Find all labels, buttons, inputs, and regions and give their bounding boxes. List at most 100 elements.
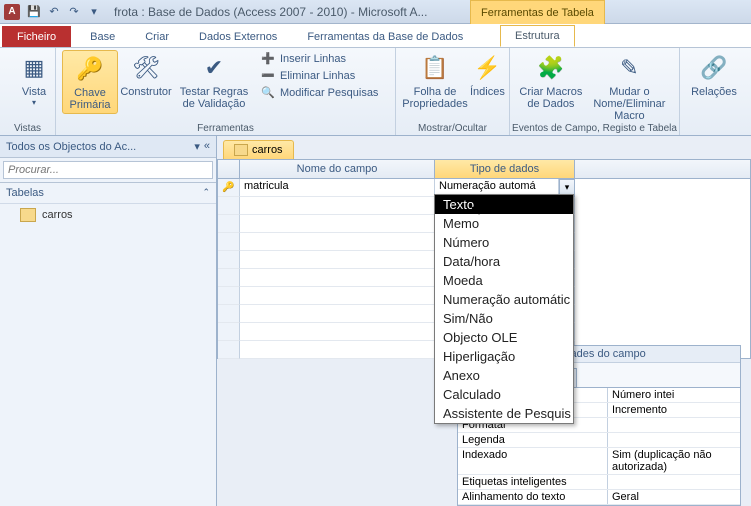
data-type-option[interactable]: Sim/Não — [435, 309, 573, 328]
qat-redo-icon[interactable]: ↷ — [65, 3, 83, 21]
primary-key-label: Chave Primária — [65, 87, 115, 111]
tab-home[interactable]: Base — [75, 26, 130, 47]
field-property-value[interactable] — [608, 433, 740, 447]
col-field-name[interactable]: Nome do campo — [240, 160, 435, 178]
indexes-button[interactable]: ⚡ Índices — [468, 50, 507, 112]
document-area: carros Nome do campo Tipo de dados 🔑 mat… — [217, 136, 751, 506]
nav-item-label: carros — [42, 209, 73, 221]
rename-delete-macro-button[interactable]: ✎ Mudar o Nome/Eliminar Macro — [586, 50, 673, 124]
tab-create[interactable]: Criar — [130, 26, 184, 47]
data-type-option[interactable]: Hiperligação — [435, 347, 573, 366]
data-type-dropdown[interactable]: TextoMemoNúmeroData/horaMoedaNumeração a… — [434, 194, 574, 424]
field-property-name: Alinhamento do texto — [458, 490, 608, 504]
field-property-value[interactable]: Sim (duplicação não autorizada) — [608, 448, 740, 474]
search-input[interactable] — [3, 161, 213, 179]
field-property-value[interactable] — [608, 475, 740, 489]
nav-header[interactable]: Todos os Objectos do Ac... ▾ « — [0, 136, 216, 158]
col-data-type[interactable]: Tipo de dados — [435, 160, 575, 178]
qat-save-icon[interactable]: 💾 — [25, 3, 43, 21]
row-selector[interactable]: 🔑 — [218, 179, 240, 197]
property-sheet-label: Folha de Propriedades — [402, 86, 467, 110]
data-type-option[interactable]: Anexo — [435, 366, 573, 385]
insert-rows-label: Inserir Linhas — [280, 53, 346, 65]
property-sheet-button[interactable]: 📋 Folha de Propriedades — [402, 50, 468, 112]
field-name-cell[interactable] — [240, 251, 435, 269]
data-type-option[interactable]: Assistente de Pesquis — [435, 404, 573, 423]
row-selector[interactable] — [218, 269, 240, 287]
test-icon: ✔ — [198, 52, 230, 84]
field-name-cell[interactable] — [240, 197, 435, 215]
document-tab-carros[interactable]: carros — [223, 140, 294, 159]
data-type-option[interactable]: Data/hora — [435, 252, 573, 271]
tab-external-data[interactable]: Dados Externos — [184, 26, 292, 47]
data-type-option[interactable]: Moeda — [435, 271, 573, 290]
field-property-value[interactable]: Incremento — [608, 403, 740, 417]
nav-item-carros[interactable]: carros — [0, 204, 216, 226]
row-selector[interactable] — [218, 287, 240, 305]
insert-rows-button[interactable]: ➕ Inserir Linhas — [258, 51, 380, 66]
data-type-option[interactable]: Numeração automátic — [435, 290, 573, 309]
field-name-cell[interactable] — [240, 341, 435, 359]
collapse-icon[interactable]: ⌃ — [202, 187, 210, 199]
shutter-close-icon[interactable]: « — [204, 140, 210, 153]
main-area: Todos os Objectos do Ac... ▾ « Tabelas ⌃… — [0, 136, 751, 506]
data-type-option[interactable]: Número — [435, 233, 573, 252]
row-selector[interactable] — [218, 215, 240, 233]
indexes-label: Índices — [470, 86, 505, 98]
field-property-value[interactable] — [608, 418, 740, 432]
field-property-row[interactable]: Etiquetas inteligentes — [458, 475, 740, 490]
field-property-value[interactable]: Número intei — [608, 388, 740, 402]
data-type-option[interactable]: Memo — [435, 214, 573, 233]
row-selector[interactable] — [218, 323, 240, 341]
field-property-row[interactable]: Alinhamento do textoGeral — [458, 490, 740, 505]
field-name-cell[interactable] — [240, 269, 435, 287]
field-property-value[interactable]: Geral — [608, 490, 740, 504]
row-selector[interactable] — [218, 341, 240, 359]
tab-design[interactable]: Estrutura — [500, 25, 575, 47]
field-name-cell[interactable] — [240, 215, 435, 233]
builder-button[interactable]: 🛠 Construtor — [118, 50, 174, 114]
data-type-option[interactable]: Objecto OLE — [435, 328, 573, 347]
row-selector[interactable] — [218, 305, 240, 323]
modify-lookups-button[interactable]: 🔍Modificar Pesquisas — [258, 85, 380, 100]
create-data-macros-button[interactable]: 🧩 Criar Macros de Dados — [516, 50, 586, 124]
qat-undo-icon[interactable]: ↶ — [45, 3, 63, 21]
primary-key-button[interactable]: 🔑 Chave Primária — [62, 50, 118, 114]
field-property-row[interactable]: IndexadoSim (duplicação não autorizada) — [458, 448, 740, 475]
rename-macro-icon: ✎ — [613, 52, 645, 84]
delete-rows-button[interactable]: ➖Eliminar Linhas — [258, 68, 380, 83]
rename-macro-label: Mudar o Nome/Eliminar Macro — [588, 86, 671, 122]
tab-database-tools[interactable]: Ferramentas da Base de Dados — [292, 26, 478, 47]
test-label: Testar Regras de Validação — [176, 86, 252, 110]
field-property-row[interactable]: Legenda — [458, 433, 740, 448]
relationships-button[interactable]: 🔗 Relações — [686, 50, 742, 100]
view-button[interactable]: ▦ Vista ▾ — [6, 50, 62, 109]
create-macros-label: Criar Macros de Dados — [518, 86, 584, 110]
window-title: frota : Base de Dados (Access 2007 - 201… — [114, 5, 427, 19]
field-name-cell[interactable]: matricula — [240, 179, 435, 197]
data-type-option[interactable]: Texto — [435, 195, 573, 214]
field-name-cell[interactable] — [240, 323, 435, 341]
group-showhide-label: Mostrar/Ocultar — [396, 123, 509, 134]
nav-section-tables[interactable]: Tabelas ⌃ — [0, 183, 216, 204]
table-icon — [234, 144, 248, 156]
row-selector[interactable] — [218, 197, 240, 215]
row-selector[interactable] — [218, 251, 240, 269]
row-selector[interactable] — [218, 233, 240, 251]
field-name-cell[interactable] — [240, 305, 435, 323]
test-validation-button[interactable]: ✔ Testar Regras de Validação — [174, 50, 254, 114]
row-selector-header[interactable] — [218, 160, 240, 178]
group-events-label: Eventos de Campo, Registo e Tabela — [510, 123, 679, 134]
view-label: Vista — [22, 86, 46, 98]
indexes-icon: ⚡ — [471, 52, 503, 84]
table-icon — [20, 208, 36, 222]
field-name-cell[interactable] — [240, 233, 435, 251]
qat-dropdown-icon[interactable]: ▾ — [85, 3, 103, 21]
tab-file[interactable]: Ficheiro — [2, 26, 71, 47]
chevron-down-icon[interactable]: ▾ — [194, 140, 200, 153]
field-name-cell[interactable] — [240, 287, 435, 305]
nav-header-label: Todos os Objectos do Ac... — [6, 141, 136, 153]
contextual-tab-header: Ferramentas de Tabela — [470, 0, 605, 24]
insert-rows-icon: ➕ — [260, 52, 276, 65]
data-type-option[interactable]: Calculado — [435, 385, 573, 404]
